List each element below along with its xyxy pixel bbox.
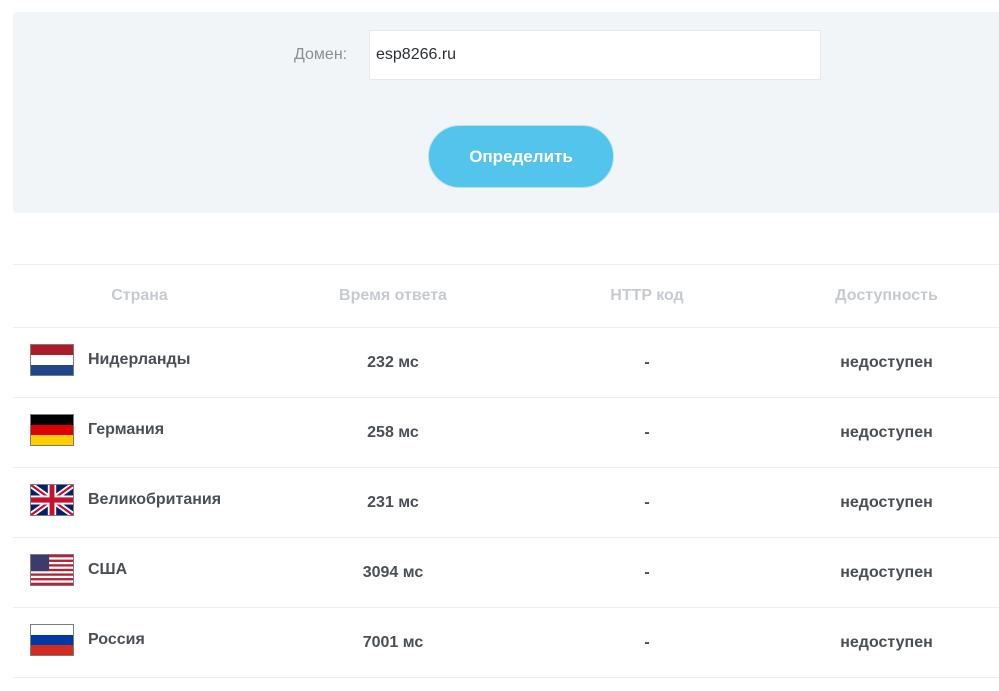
table-header-row: Страна Время ответа HTTP код Доступность <box>13 264 999 328</box>
country-cell: Нидерланды <box>13 327 266 398</box>
response-time: 7001 мс <box>266 607 520 678</box>
table-row: Россия 7001 мс - недоступен <box>13 607 999 678</box>
header-country: Страна <box>13 264 266 328</box>
http-code: - <box>520 397 774 468</box>
country-name: Россия <box>88 630 145 648</box>
usa-flag-icon <box>30 553 74 586</box>
table-row: Германия 258 мс - недоступен <box>13 397 999 468</box>
country-name: Нидерланды <box>88 350 191 368</box>
determine-button[interactable]: Определить <box>428 125 614 188</box>
results-table: Страна Время ответа HTTP код Доступность… <box>13 264 999 678</box>
country-cell: Германия <box>13 397 266 468</box>
domain-label: Домен: <box>294 46 348 63</box>
country-name: США <box>88 560 128 578</box>
country-cell: Великобритания <box>13 467 266 538</box>
country-name: Великобритания <box>88 490 222 508</box>
availability-status: недоступен <box>774 537 999 608</box>
response-time: 3094 мс <box>266 537 520 608</box>
header-availability: Доступность <box>774 264 999 328</box>
http-code: - <box>520 327 774 398</box>
country-cell: США <box>13 537 266 608</box>
availability-status: недоступен <box>774 467 999 538</box>
germany-flag-icon <box>30 413 74 446</box>
netherlands-flag-icon <box>30 343 74 376</box>
response-time: 231 мс <box>266 467 520 538</box>
domain-form-panel: Домен: Определить <box>13 12 999 213</box>
table-row: Нидерланды 232 мс - недоступен <box>13 327 999 398</box>
header-response-time: Время ответа <box>266 264 520 328</box>
response-time: 232 мс <box>266 327 520 398</box>
header-http-code: HTTP код <box>520 264 774 328</box>
availability-status: недоступен <box>774 607 999 678</box>
uk-flag-icon <box>30 483 74 516</box>
http-code: - <box>520 607 774 678</box>
response-time: 258 мс <box>266 397 520 468</box>
availability-status: недоступен <box>774 397 999 468</box>
country-cell: Россия <box>13 607 266 678</box>
availability-status: недоступен <box>774 327 999 398</box>
http-code: - <box>520 537 774 608</box>
russia-flag-icon <box>30 623 74 656</box>
table-row: Великобритания 231 мс - недоступен <box>13 467 999 538</box>
country-name: Германия <box>88 420 165 438</box>
http-code: - <box>520 467 774 538</box>
domain-input[interactable] <box>369 30 821 80</box>
table-row: США 3094 мс - недоступен <box>13 537 999 608</box>
